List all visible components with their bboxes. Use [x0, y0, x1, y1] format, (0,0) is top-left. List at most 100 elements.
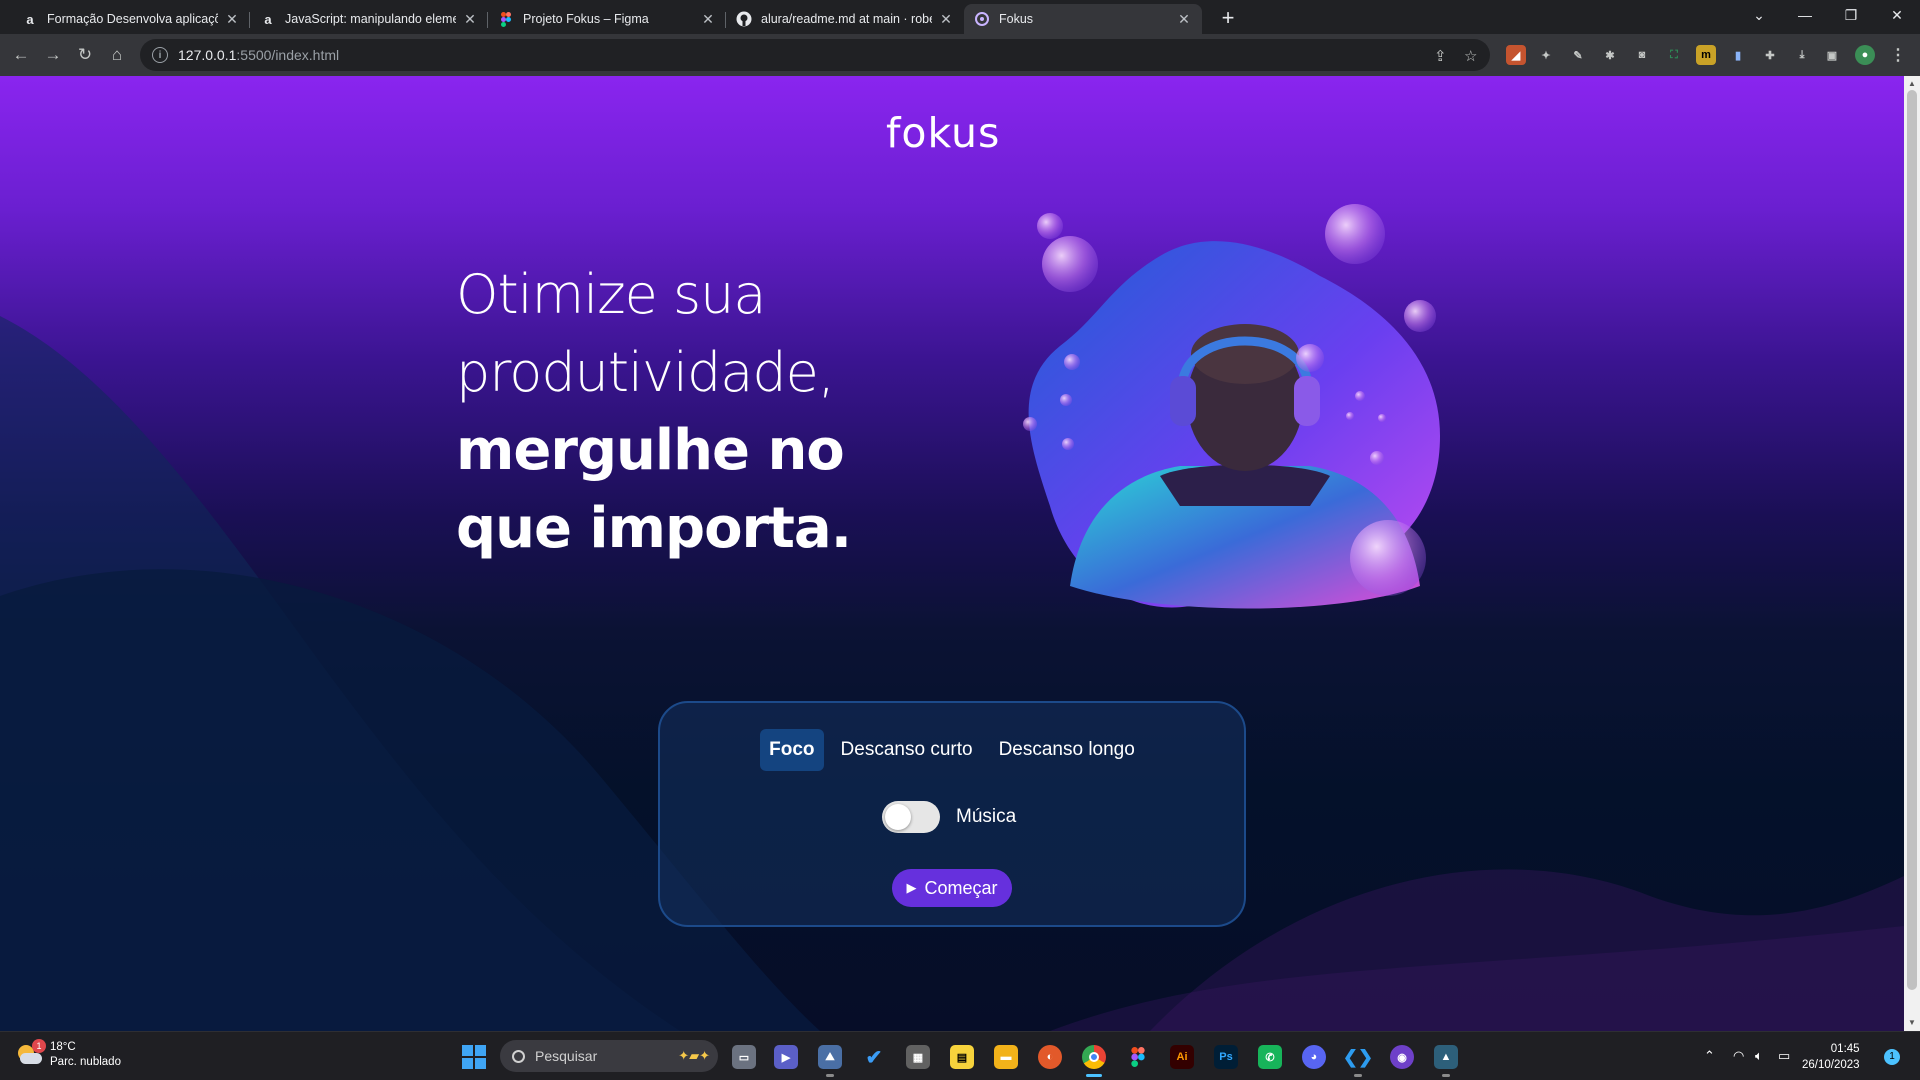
clock-time: 01:45 [1830, 1043, 1860, 1055]
scroll-up-icon[interactable]: ▲ [1908, 79, 1916, 88]
tab-descanso-longo[interactable]: Descanso longo [990, 729, 1144, 771]
close-window-button[interactable]: ✕ [1874, 0, 1920, 30]
eyedropper-icon[interactable]: ✎ [1568, 45, 1588, 65]
address-bar[interactable]: i 127.0.0.1:5500/index.html ⇪ ☆ [140, 39, 1490, 71]
taskbar-clock[interactable]: 01:45 26/10/2023 [1802, 1041, 1860, 1073]
tab-github[interactable]: alura/readme.md at main · rober ✕ [726, 4, 964, 34]
notification-badge[interactable]: 1 [1884, 1049, 1900, 1065]
figma-icon[interactable] [1126, 1045, 1150, 1069]
share-icon[interactable]: ⇪ [1434, 47, 1447, 65]
search-placeholder: Pesquisar [535, 1048, 598, 1064]
weather-badge: 1 [32, 1039, 46, 1053]
start-button[interactable]: ▶ Começar [892, 869, 1012, 907]
start-label: Começar [924, 877, 998, 898]
tab-search-icon[interactable]: ⌄ [1736, 0, 1782, 30]
discord-icon[interactable]: ◕ [1302, 1045, 1326, 1069]
toggle-knob [885, 804, 911, 830]
wifi-icon[interactable]: ◠ [1733, 1048, 1744, 1064]
browser-toolbar: ← → ↻ ⌂ i 127.0.0.1:5500/index.html ⇪ ☆ … [0, 34, 1920, 76]
site-info-icon[interactable]: i [152, 47, 168, 63]
weather-widget[interactable]: 1 18°C Parc. nublado [16, 1039, 121, 1070]
chrome-icon[interactable] [1082, 1045, 1106, 1077]
reload-icon[interactable]: ↻ [72, 42, 98, 68]
avatar[interactable]: ● [1855, 45, 1875, 65]
scrollbar-thumb[interactable] [1907, 90, 1917, 990]
hero-illustration [1023, 204, 1440, 609]
github-icon [736, 11, 752, 27]
github-desktop-icon[interactable]: ◉ [1390, 1045, 1414, 1069]
extension-icon[interactable]: ◢ [1506, 45, 1526, 65]
camera-icon[interactable]: ◙ [1632, 45, 1652, 65]
calculator-icon[interactable]: ▦ [906, 1045, 930, 1069]
app-icon[interactable]: ▲ [1434, 1045, 1458, 1077]
file-explorer-icon[interactable]: ▬ [994, 1045, 1018, 1069]
forward-icon[interactable]: → [40, 42, 66, 68]
volume-icon[interactable]: 🔈︎ [1755, 1048, 1763, 1064]
close-icon[interactable]: ✕ [1176, 11, 1192, 28]
headline-line-2: produtividade, [456, 341, 835, 404]
tab-descanso-curto[interactable]: Descanso curto [832, 729, 982, 771]
windows-start-icon[interactable] [462, 1045, 486, 1069]
new-tab-button[interactable]: + [1215, 6, 1241, 32]
mode-tabs: Foco Descanso curto Descanso longo [660, 729, 1244, 771]
phone-app-icon[interactable]: ✆ [1258, 1045, 1282, 1069]
illustrator-icon[interactable]: Ai [1170, 1045, 1194, 1069]
screenshot-icon[interactable]: ⛶ [1664, 45, 1684, 65]
music-label: Música [956, 806, 1017, 827]
back-icon[interactable]: ← [8, 42, 34, 68]
bookmark-star-icon[interactable]: ☆ [1464, 47, 1477, 65]
music-toggle[interactable] [882, 801, 940, 833]
headline-line-3: mergulhe no [456, 418, 845, 483]
teams-icon[interactable]: ▶ [774, 1045, 798, 1069]
tab-figma[interactable]: Projeto Fokus – Figma ✕ [488, 4, 726, 34]
music-control: Música [882, 801, 1016, 833]
extension-icon[interactable]: m [1696, 45, 1716, 65]
close-icon[interactable]: ✕ [224, 11, 240, 28]
side-panel-icon[interactable]: ▣ [1822, 45, 1842, 65]
close-icon[interactable]: ✕ [700, 11, 716, 28]
weather-temp: 18°C [50, 1041, 76, 1053]
puzzle-icon[interactable]: ✚ [1760, 45, 1780, 65]
close-icon[interactable]: ✕ [938, 11, 954, 28]
chevron-up-icon[interactable]: ⌃ [1704, 1048, 1715, 1064]
play-icon: ▶ [906, 880, 917, 895]
taskbar: 1 18°C Parc. nublado Pesquisar ✦▰✦ ▭ ▶ ⛰… [0, 1031, 1920, 1080]
search-highlight-icon: ✦▰✦ [678, 1048, 710, 1063]
url-path: :5500/index.html [236, 47, 340, 63]
task-view-icon[interactable]: ▭ [732, 1045, 756, 1069]
vscode-icon[interactable]: ❮❯ [1343, 1045, 1373, 1077]
clock-date: 26/10/2023 [1802, 1059, 1860, 1071]
taskbar-search[interactable]: Pesquisar ✦▰✦ [500, 1040, 718, 1072]
menu-icon[interactable]: ⋮ [1888, 45, 1908, 65]
firefox-icon[interactable]: ◐ [1038, 1045, 1062, 1069]
tab-foco[interactable]: Foco [760, 729, 824, 771]
tab-fokus[interactable]: Fokus ✕ [964, 4, 1202, 34]
gear-icon[interactable]: ✱ [1600, 45, 1620, 65]
close-icon[interactable]: ✕ [462, 11, 478, 28]
restore-button[interactable]: ❐ [1828, 0, 1874, 30]
monitor-app-icon[interactable]: ⛰ [818, 1045, 842, 1077]
tab-title: Fokus [999, 12, 1034, 26]
headline-line-1: Otimize sua [456, 263, 766, 326]
todo-icon[interactable]: ✔ [862, 1045, 886, 1069]
url-host: 127.0.0.1 [178, 47, 237, 63]
document-icon[interactable]: ▮ [1728, 45, 1748, 65]
tab-formacao[interactable]: a Formação Desenvolva aplicaçõe ✕ [12, 4, 250, 34]
scroll-down-icon[interactable]: ▼ [1908, 1018, 1916, 1027]
tab-title: JavaScript: manipulando elemen [285, 12, 456, 26]
figma-icon [498, 11, 514, 27]
sticky-notes-icon[interactable]: ▤ [950, 1045, 974, 1069]
home-icon[interactable]: ⌂ [104, 42, 130, 68]
download-icon[interactable]: ⤓ [1792, 45, 1812, 65]
battery-icon[interactable]: ▭ [1778, 1048, 1790, 1064]
tab-javascript[interactable]: a JavaScript: manipulando elemen ✕ [250, 4, 488, 34]
search-icon [512, 1049, 525, 1063]
extension-pin-icon[interactable]: ✦ [1536, 45, 1556, 65]
page-viewport: fokus Otimize sua produtividade, mergulh… [0, 76, 1904, 1031]
minimize-button[interactable]: — [1782, 0, 1828, 30]
page-scrollbar[interactable]: ▲ ▼ [1904, 76, 1920, 1031]
alura-icon: a [26, 11, 34, 27]
fokus-logo: fokus [886, 109, 1001, 157]
fokus-icon [974, 11, 990, 27]
photoshop-icon[interactable]: Ps [1214, 1045, 1238, 1069]
